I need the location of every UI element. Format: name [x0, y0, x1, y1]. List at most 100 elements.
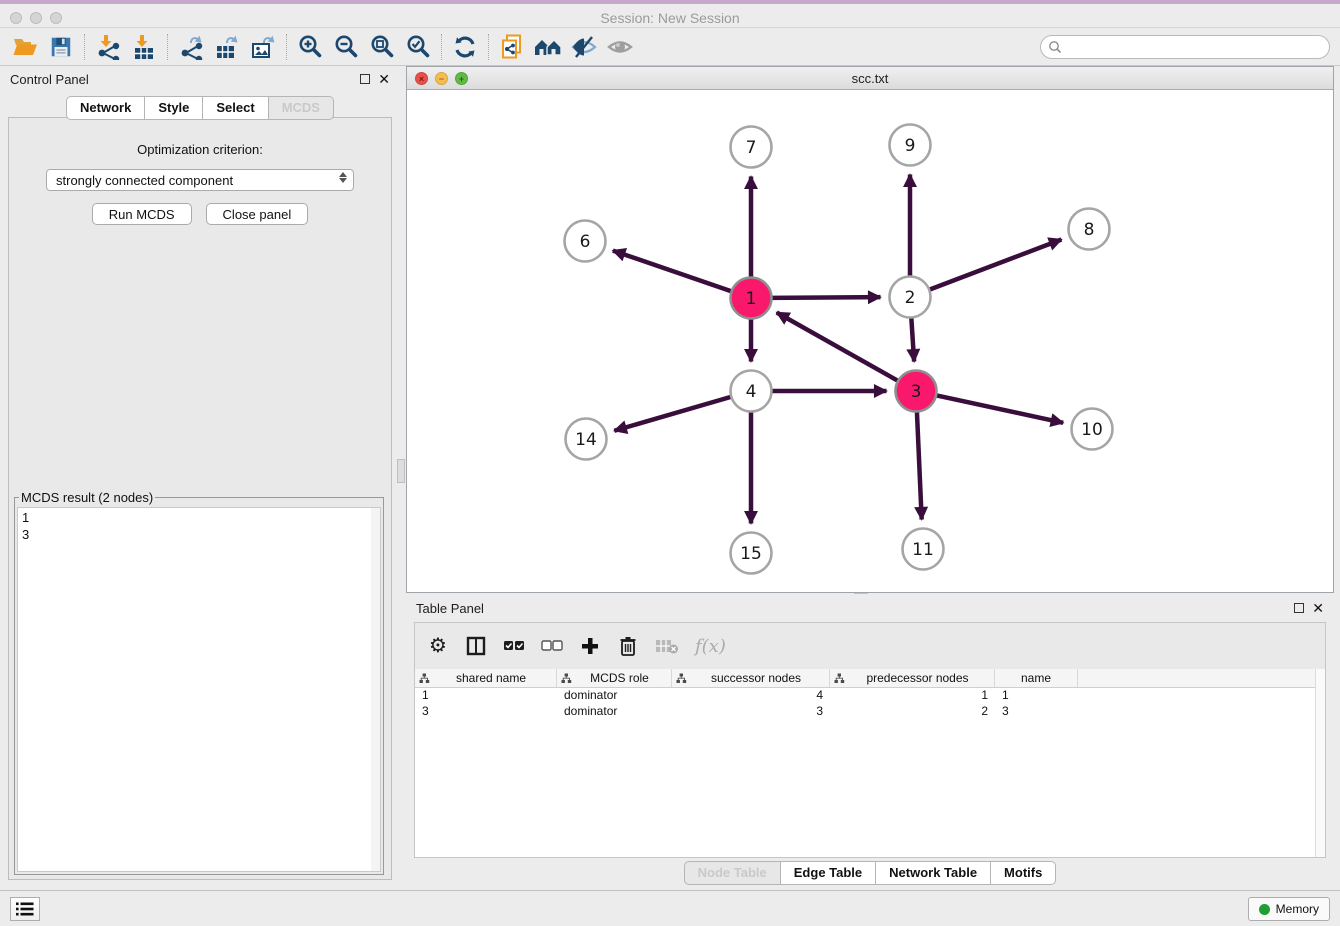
float-table-panel-icon[interactable]	[1294, 603, 1304, 613]
tab-style[interactable]: Style	[144, 96, 203, 120]
tab-select[interactable]: Select	[202, 96, 268, 120]
import-network-icon[interactable]	[93, 32, 123, 62]
result-scrollbar[interactable]	[371, 508, 380, 871]
table-cell[interactable]: dominator	[557, 704, 672, 720]
graph-edge-2-3[interactable]	[911, 317, 914, 361]
column-header-shared-name[interactable]: shared name	[415, 669, 557, 687]
first-neighbors-icon[interactable]	[533, 32, 563, 62]
optimization-criterion-label: Optimization criterion:	[9, 142, 391, 157]
export-network-icon[interactable]	[176, 32, 206, 62]
table-cell[interactable]: 1	[830, 688, 995, 704]
table-cell[interactable]: 3	[415, 704, 557, 720]
close-panel-button[interactable]: Close panel	[206, 203, 309, 225]
graph-edge-1-6[interactable]	[613, 251, 732, 292]
network-view-window: × − + scc.txt 1234678910111415	[406, 66, 1334, 593]
search-field[interactable]	[1040, 35, 1330, 59]
float-panel-icon[interactable]	[360, 74, 370, 84]
tab-network[interactable]: Network	[66, 96, 145, 120]
mcds-result-title: MCDS result (2 nodes)	[19, 490, 155, 505]
mcds-result-line: 3	[22, 526, 376, 543]
add-column-icon[interactable]	[579, 634, 601, 658]
table-settings-icon[interactable]: ⚙	[427, 634, 449, 658]
graph-node-label-2: 2	[905, 288, 916, 308]
table-tabs: Node TableEdge TableNetwork TableMotifs	[406, 861, 1334, 885]
table-cell[interactable]: 3	[995, 704, 1078, 720]
save-session-icon[interactable]	[46, 32, 76, 62]
column-header-label: predecessor nodes	[845, 671, 990, 685]
tab-motifs[interactable]: Motifs	[990, 861, 1056, 885]
control-tabs: NetworkStyleSelectMCDS	[0, 96, 400, 120]
graph-node-label-14: 14	[575, 430, 597, 450]
show-all-icon[interactable]	[605, 32, 635, 62]
duplicate-network-icon[interactable]	[497, 32, 527, 62]
function-builder-icon[interactable]: f(x)	[695, 634, 726, 658]
select-all-icon[interactable]	[503, 634, 525, 658]
graph-node-label-6: 6	[580, 232, 591, 252]
graph-edge-3-1[interactable]	[777, 312, 898, 380]
mcds-result-text[interactable]: 13	[17, 507, 381, 872]
search-icon	[1048, 40, 1062, 54]
graph-edge-3-10[interactable]	[936, 395, 1063, 422]
session-title: Session: New Session	[0, 10, 1340, 26]
zoom-fit-icon[interactable]	[367, 32, 397, 62]
optimization-criterion-dropdown[interactable]: strongly connected component	[46, 169, 354, 191]
memory-label: Memory	[1276, 902, 1319, 916]
network-canvas[interactable]: 1234678910111415	[407, 90, 1333, 592]
column-header-label: successor nodes	[687, 671, 825, 685]
vertical-splitter-handle[interactable]	[397, 459, 405, 483]
column-header-name[interactable]: name	[995, 669, 1078, 687]
graph-edge-1-2[interactable]	[771, 297, 880, 298]
import-table-icon[interactable]	[129, 32, 159, 62]
graph-edge-3-11[interactable]	[917, 411, 922, 519]
zoom-out-icon[interactable]	[331, 32, 361, 62]
tab-mcds[interactable]: MCDS	[268, 96, 334, 120]
delete-table-icon[interactable]	[655, 634, 679, 658]
tab-node-table[interactable]: Node Table	[684, 861, 781, 885]
table-toolbar: ⚙ f(x)	[415, 623, 1325, 669]
table-cell[interactable]: dominator	[557, 688, 672, 704]
main-toolbar	[0, 28, 1340, 66]
columns-icon[interactable]	[465, 634, 487, 658]
graph-edge-4-14[interactable]	[614, 397, 731, 431]
close-table-panel-icon[interactable]: ✕	[1312, 603, 1324, 613]
export-table-icon[interactable]	[212, 32, 242, 62]
column-header-MCDS-role[interactable]: MCDS role	[557, 669, 672, 687]
table-cell[interactable]: 3	[672, 704, 830, 720]
table-row[interactable]: 3dominator323	[415, 704, 1325, 720]
dropdown-stepper-icon	[339, 172, 347, 183]
zoom-in-icon[interactable]	[295, 32, 325, 62]
export-image-icon[interactable]	[248, 32, 278, 62]
graph-edge-2-8[interactable]	[929, 239, 1061, 289]
column-header-successor-nodes[interactable]: successor nodes	[672, 669, 830, 687]
table-row[interactable]: 1dominator411	[415, 688, 1325, 704]
tab-edge-table[interactable]: Edge Table	[780, 861, 876, 885]
task-history-button[interactable]	[10, 897, 40, 921]
tab-network-table[interactable]: Network Table	[875, 861, 991, 885]
column-header-label: name	[999, 671, 1073, 685]
close-panel-icon[interactable]: ✕	[378, 74, 390, 84]
delete-column-icon[interactable]	[617, 634, 639, 658]
memory-status-icon	[1259, 904, 1270, 915]
mcds-tab-content: Optimization criterion: strongly connect…	[8, 117, 392, 880]
unselect-all-icon[interactable]	[541, 634, 563, 658]
table-header-row: shared nameMCDS role successor nodes prede…	[415, 669, 1325, 688]
hide-selected-icon[interactable]	[569, 32, 599, 62]
network-title: scc.txt	[407, 71, 1333, 86]
open-session-icon[interactable]	[10, 32, 40, 62]
table-cell[interactable]: 4	[672, 688, 830, 704]
memory-button[interactable]: Memory	[1248, 897, 1330, 921]
table-cell[interactable]: 2	[830, 704, 995, 720]
titlebar: Session: New Session	[0, 0, 1340, 28]
table-cell[interactable]: 1	[995, 688, 1078, 704]
application-window: Session: New Session	[0, 0, 1340, 926]
zoom-selected-icon[interactable]	[403, 32, 433, 62]
table-panel-header: Table Panel ✕	[406, 595, 1334, 621]
control-panel-header: Control Panel ✕	[0, 66, 400, 92]
search-input[interactable]	[1040, 35, 1330, 59]
run-mcds-button[interactable]: Run MCDS	[92, 203, 192, 225]
graph-node-label-1: 1	[746, 289, 757, 309]
table-cell[interactable]: 1	[415, 688, 557, 704]
table-scrollbar[interactable]	[1315, 669, 1325, 857]
refresh-icon[interactable]	[450, 32, 480, 62]
column-header-predecessor-nodes[interactable]: predecessor nodes	[830, 669, 995, 687]
